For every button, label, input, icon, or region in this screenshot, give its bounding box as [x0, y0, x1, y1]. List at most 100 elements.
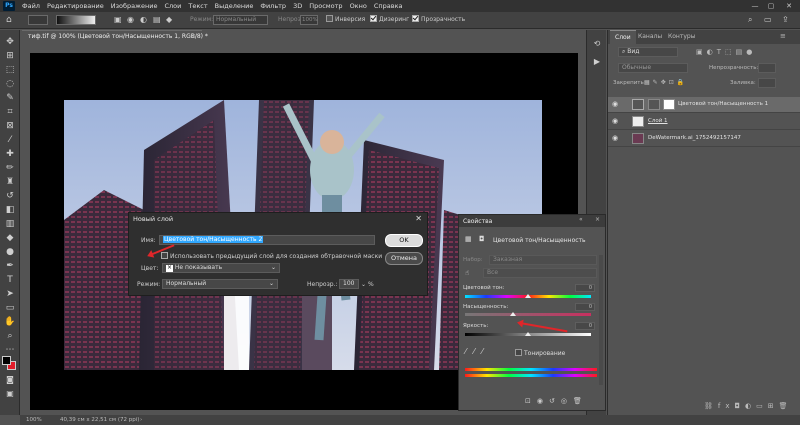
- channel-select[interactable]: Все: [483, 268, 597, 278]
- mode-select[interactable]: Нормальный: [213, 15, 268, 25]
- opacity-stepper-icon[interactable]: ⌄: [361, 281, 366, 288]
- color-select[interactable]: × Не показывать ⌄: [162, 263, 280, 273]
- screen-mode-icon[interactable]: ▣: [4, 388, 16, 400]
- layer-filter-select[interactable]: ⌕ Вид: [618, 47, 678, 57]
- blend-mode-select[interactable]: Обычные: [618, 63, 688, 73]
- document-tab[interactable]: тиф.tif @ 100% (Цветовой тон/Насыщенност…: [22, 30, 208, 43]
- search-icon[interactable]: ⌕: [748, 15, 752, 25]
- visibility-eye-icon[interactable]: ◉: [612, 117, 618, 125]
- history-panel-icon[interactable]: ⟲: [591, 38, 603, 50]
- tab-paths[interactable]: Контуры: [663, 30, 700, 44]
- crop-tool-icon[interactable]: ⌗: [4, 106, 16, 118]
- mode-select[interactable]: Нормальный ⌄: [162, 279, 278, 289]
- preset-select[interactable]: Заказная: [489, 255, 597, 265]
- layer-actions[interactable]: ⛓fx◘◐▭⊞🗑: [704, 402, 793, 410]
- close-window-icon[interactable]: ✕: [782, 0, 796, 12]
- quick-select-tool-icon[interactable]: ✎: [4, 92, 16, 104]
- scrollbar[interactable]: [599, 255, 603, 385]
- linear-gradient-icon[interactable]: ▣: [114, 15, 122, 25]
- lasso-tool-icon[interactable]: ◌: [4, 78, 16, 90]
- transparency-checkbox[interactable]: Прозрачность: [412, 15, 465, 25]
- colorize-checkbox[interactable]: Тонирование: [515, 349, 565, 357]
- opacity-input[interactable]: 100%: [300, 15, 318, 25]
- properties-footer-icons[interactable]: ⊡◉↺◎🗑: [525, 397, 588, 405]
- targeted-adjustment-icon[interactable]: ☝: [465, 269, 469, 277]
- zoom-tool-icon[interactable]: ⌕: [4, 330, 16, 342]
- path-selection-tool-icon[interactable]: ➤: [4, 288, 16, 300]
- brush-tool-icon[interactable]: ✏: [4, 162, 16, 174]
- layer-opacity-input[interactable]: [758, 63, 776, 73]
- frame-tool-icon[interactable]: ⊠: [4, 120, 16, 132]
- hand-tool-icon[interactable]: ✋: [4, 316, 16, 328]
- layer-row[interactable]: ◉ Цветовой тон/Насыщенность 1: [608, 97, 800, 113]
- menu-layers[interactable]: Слои: [164, 2, 181, 10]
- diamond-gradient-icon[interactable]: ◆: [166, 15, 172, 25]
- reverse-checkbox[interactable]: Инверсия: [326, 15, 365, 25]
- saturation-value[interactable]: 0: [575, 303, 595, 311]
- type-tool-icon[interactable]: T: [4, 274, 16, 286]
- clip-mask-checkbox[interactable]: Использовать предыдущий слой для создани…: [161, 252, 382, 260]
- menu-filter[interactable]: Фильтр: [260, 2, 286, 10]
- panel-menu-icon[interactable]: ≡: [780, 32, 786, 40]
- visibility-eye-icon[interactable]: ◉: [612, 100, 618, 108]
- history-brush-tool-icon[interactable]: ↺: [4, 190, 16, 202]
- angle-gradient-icon[interactable]: ◐: [140, 15, 147, 25]
- healing-brush-tool-icon[interactable]: ✚: [4, 148, 16, 160]
- menu-file[interactable]: Файл: [22, 2, 40, 10]
- marquee-tool-icon[interactable]: ⬚: [4, 64, 16, 76]
- foreground-color-swatch[interactable]: [2, 356, 11, 365]
- quick-mask-icon[interactable]: ◙: [4, 374, 16, 386]
- opacity-input[interactable]: 100: [339, 279, 359, 289]
- minimize-icon[interactable]: —: [748, 0, 762, 12]
- saturation-slider-track[interactable]: [465, 313, 591, 316]
- move-tool-icon[interactable]: ✥: [4, 36, 16, 48]
- layer-filter-icons[interactable]: ▣◐T⬚▤●: [696, 48, 756, 56]
- hue-value[interactable]: 0: [575, 284, 595, 292]
- share-icon[interactable]: ⇪: [782, 15, 789, 25]
- gradient-tool-icon[interactable]: ▥: [4, 218, 16, 230]
- layer-row[interactable]: ◉ Слой 1: [608, 114, 800, 130]
- gradient-picker[interactable]: [56, 15, 96, 25]
- eraser-tool-icon[interactable]: ◧: [4, 204, 16, 216]
- reflected-gradient-icon[interactable]: ▤: [153, 15, 161, 25]
- hue-slider-thumb[interactable]: [525, 294, 531, 298]
- visibility-eye-icon[interactable]: ◉: [612, 134, 618, 142]
- menu-select[interactable]: Выделение: [215, 2, 254, 10]
- collapse-icon[interactable]: «: [579, 216, 583, 223]
- layer-fill-input[interactable]: [758, 78, 776, 88]
- tool-preset-picker[interactable]: [28, 15, 48, 25]
- pen-tool-icon[interactable]: ✒: [4, 260, 16, 272]
- eyedropper-tool-icon[interactable]: ⁄: [4, 134, 16, 146]
- actions-panel-icon[interactable]: ▶: [591, 56, 603, 68]
- blur-tool-icon[interactable]: ◆: [4, 232, 16, 244]
- menu-help[interactable]: Справка: [374, 2, 403, 10]
- panel-close-icon[interactable]: ×: [595, 216, 600, 223]
- tab-channels[interactable]: Каналы: [633, 30, 667, 44]
- radial-gradient-icon[interactable]: ◉: [127, 15, 134, 25]
- artboard-tool-icon[interactable]: ⊞: [4, 50, 16, 62]
- eyedropper-icons[interactable]: ⁄⁄⁄: [465, 347, 490, 356]
- lightness-value[interactable]: 0: [575, 322, 595, 330]
- ok-button[interactable]: OK: [385, 234, 423, 247]
- workspace-icon[interactable]: ▭: [764, 15, 772, 25]
- dither-checkbox[interactable]: Дизеринг: [370, 15, 409, 25]
- close-tab-icon[interactable]: ×: [191, 31, 196, 43]
- menu-view[interactable]: Просмотр: [309, 2, 342, 10]
- cancel-button[interactable]: Отмена: [385, 252, 423, 265]
- lightness-slider-thumb[interactable]: [525, 332, 531, 336]
- more-tools-icon[interactable]: ⋯: [4, 344, 16, 356]
- menu-type[interactable]: Текст: [188, 2, 207, 10]
- menu-window[interactable]: Окно: [350, 2, 367, 10]
- layer-row[interactable]: ◉ DeWatermark.ai_1752492157147: [608, 131, 800, 147]
- rectangle-tool-icon[interactable]: ▭: [4, 302, 16, 314]
- dialog-close-icon[interactable]: ✕: [415, 214, 422, 223]
- dodge-tool-icon[interactable]: ●: [4, 246, 16, 258]
- zoom-level[interactable]: 100%: [26, 415, 42, 425]
- lock-icons[interactable]: ▦✎✥⊡🔒: [644, 79, 687, 86]
- layer-name-input[interactable]: Цветовой тон/Насыщенность 2: [159, 235, 375, 245]
- menu-image[interactable]: Изображение: [111, 2, 158, 10]
- home-icon[interactable]: ⌂: [6, 15, 12, 25]
- menu-edit[interactable]: Редактирование: [47, 2, 104, 10]
- clone-stamp-tool-icon[interactable]: ♜: [4, 176, 16, 188]
- tab-layers[interactable]: Слои: [610, 30, 636, 44]
